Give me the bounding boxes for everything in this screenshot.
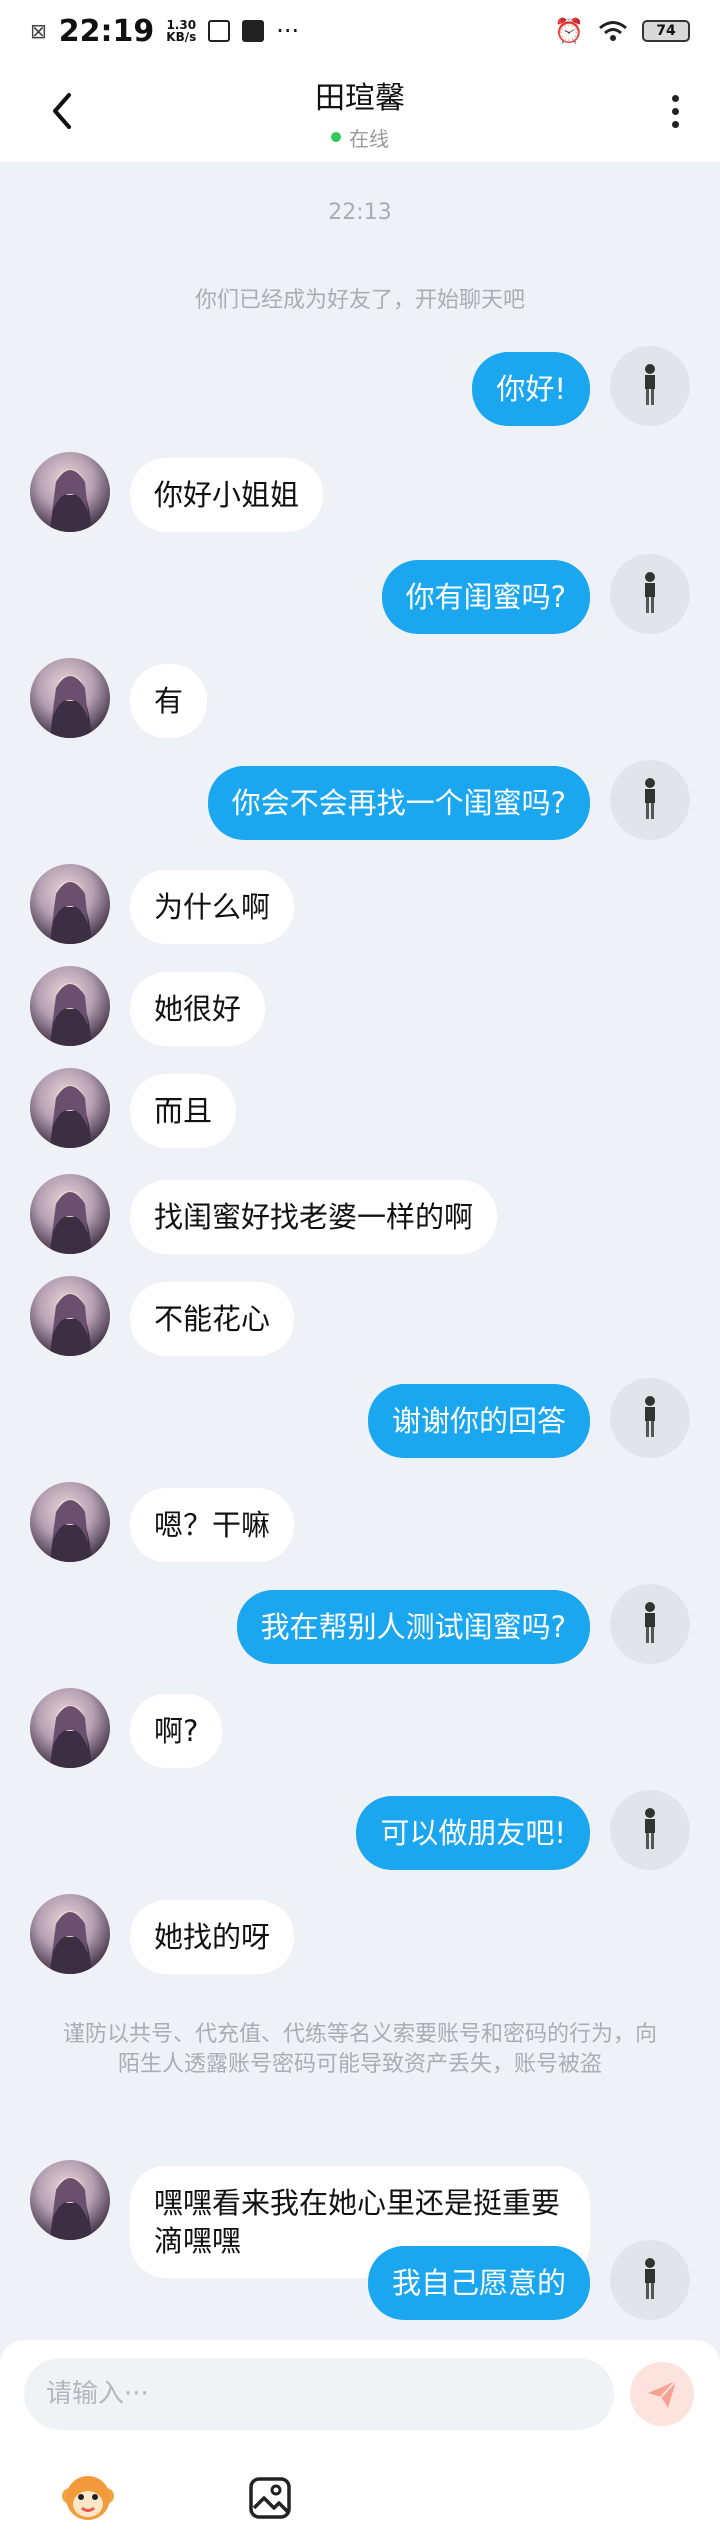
sent-message-bubble[interactable]: 我自己愿意的 <box>367 2246 590 2320</box>
network-speed-unit: KB/s <box>166 30 197 44</box>
wifi-icon <box>599 21 627 41</box>
sent-message-bubble[interactable]: 可以做朋友吧! <box>356 1796 590 1870</box>
security-notice: 谨防以共号、代充值、代练等名义索要账号和密码的行为，向陌生人透露账号密码可能导致… <box>62 2022 657 2077</box>
battery-level: 74 <box>656 23 676 39</box>
my-avatar[interactable] <box>610 346 690 426</box>
sent-message-bubble[interactable]: 你有闺蜜吗? <box>381 560 590 634</box>
received-message-bubble[interactable]: 有 <box>130 664 208 738</box>
image-icon <box>249 2477 291 2519</box>
status-left: ⊠ 22:19 1.30 KB/s ··· <box>30 14 299 49</box>
sent-message-bubble[interactable]: 我在帮别人测试闺蜜吗? <box>236 1590 590 1664</box>
network-speed: 1.30 KB/s <box>166 19 196 43</box>
sent-message-bubble[interactable]: 你会不会再找一个闺蜜吗? <box>207 766 590 840</box>
chevron-left-icon <box>53 93 71 129</box>
contact-avatar[interactable] <box>30 2160 110 2240</box>
my-avatar[interactable] <box>610 1584 690 1664</box>
contact-avatar[interactable] <box>30 452 110 532</box>
received-message-bubble[interactable]: 为什么啊 <box>130 870 295 944</box>
received-message-bubble[interactable]: 嗯？干嘛 <box>130 1488 295 1562</box>
received-message-bubble[interactable]: 她很好 <box>130 972 266 1046</box>
sticker-button[interactable] <box>60 2470 116 2526</box>
status-time: 22:19 <box>58 13 155 49</box>
message-input[interactable] <box>24 2358 614 2430</box>
friend-notice: 你们已经成为好友了，开始聊天吧 <box>194 288 525 313</box>
battery-icon: 74 <box>642 20 690 42</box>
more-options-button[interactable] <box>660 86 690 136</box>
contact-avatar[interactable] <box>30 1688 110 1768</box>
monkey-emoji-icon <box>62 2476 114 2520</box>
received-message-bubble[interactable]: 你好小姐姐 <box>130 458 324 532</box>
sent-message-bubble[interactable]: 谢谢你的回答 <box>367 1384 590 1458</box>
contact-avatar[interactable] <box>30 864 110 944</box>
online-dot-icon <box>331 132 341 142</box>
my-avatar[interactable] <box>610 1790 690 1870</box>
contact-avatar[interactable] <box>30 1174 110 1254</box>
contact-name: 田瑄馨 <box>315 80 405 116</box>
input-bar <box>0 2340 720 2548</box>
status-bar: ⊠ 22:19 1.30 KB/s ··· ⏰ 74 <box>0 0 720 62</box>
presence-label: 在线 <box>349 126 389 151</box>
contact-avatar[interactable] <box>30 1068 110 1148</box>
received-message-bubble[interactable]: 啊? <box>130 1694 223 1768</box>
more-dot-icon <box>671 120 679 128</box>
mail-icon <box>242 20 265 42</box>
received-message-bubble[interactable]: 找闺蜜好找老婆一样的啊 <box>130 1180 498 1254</box>
contact-avatar[interactable] <box>30 1894 110 1974</box>
contact-info: 田瑄馨 在线 <box>315 73 405 152</box>
my-avatar[interactable] <box>610 760 690 840</box>
presence-status: 在线 <box>315 123 405 152</box>
my-avatar[interactable] <box>610 2240 690 2320</box>
received-message-bubble[interactable]: 而且 <box>130 1074 237 1148</box>
alarm-icon: ⏰ <box>554 17 584 45</box>
received-message-bubble[interactable]: 她找的呀 <box>130 1900 295 1974</box>
image-button[interactable] <box>242 2470 298 2526</box>
send-icon <box>648 2380 677 2408</box>
contact-avatar[interactable] <box>30 966 110 1046</box>
contact-avatar[interactable] <box>30 658 110 738</box>
status-indicator-icon: ⊠ <box>30 19 47 43</box>
more-dot-icon <box>671 107 679 115</box>
more-dot-icon <box>671 94 679 102</box>
status-right: ⏰ 74 <box>554 17 690 45</box>
received-message-bubble[interactable]: 不能花心 <box>130 1282 295 1356</box>
sent-message-bubble[interactable]: 你好! <box>472 352 590 426</box>
status-more: ··· <box>276 17 300 45</box>
contact-avatar[interactable] <box>30 1482 110 1562</box>
my-avatar[interactable] <box>610 554 690 634</box>
chat-header: 田瑄馨 在线 <box>0 62 720 162</box>
back-button[interactable] <box>42 86 82 136</box>
chat-timestamp: 22:13 <box>328 200 392 225</box>
send-button[interactable] <box>630 2362 694 2426</box>
my-avatar[interactable] <box>610 1378 690 1458</box>
notification-icon <box>208 20 231 42</box>
contact-avatar[interactable] <box>30 1276 110 1356</box>
